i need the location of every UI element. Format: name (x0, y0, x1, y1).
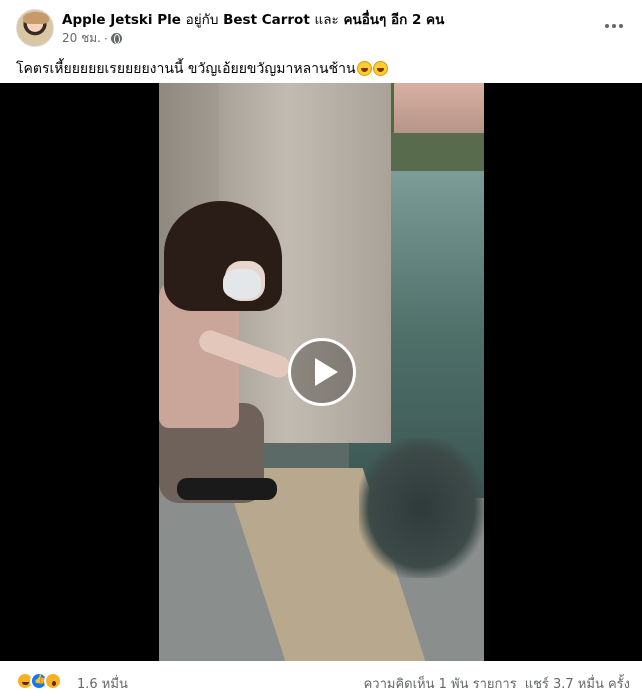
dot (619, 24, 623, 28)
post-stats: ความคิดเห็น 1 พัน รายการ แชร์ 3.7 หมื่น … (364, 673, 630, 694)
globe-icon[interactable] (110, 33, 122, 44)
and-text: และ (314, 12, 339, 28)
more-options-icon[interactable] (600, 14, 628, 38)
girl-hair (164, 201, 282, 311)
video-player[interactable] (0, 83, 642, 661)
reaction-icons[interactable] (16, 672, 62, 690)
author-name-link[interactable]: Apple Jetski Ple (62, 12, 181, 28)
with-text: อยู่กับ (185, 12, 219, 28)
reaction-count[interactable]: 1.6 หมื่น (77, 673, 128, 694)
share-count[interactable]: แชร์ 3.7 หมื่น ครั้ง (525, 673, 630, 694)
caption-text: โคตรเหี้ยยยยยเรยยยยงานนี้ ขวัญเอ้ยยขวัญม… (16, 61, 356, 77)
post-timestamp[interactable]: 20 ชม. (62, 29, 101, 48)
comment-count[interactable]: ความคิดเห็น 1 พัน รายการ (364, 673, 517, 694)
play-icon[interactable] (288, 338, 356, 406)
post-footer: 1.6 หมื่น ความคิดเห็น 1 พัน รายการ แชร์ … (0, 661, 642, 696)
author-avatar[interactable] (16, 9, 54, 47)
dot (605, 24, 609, 28)
tagged-friend-link[interactable]: Best Carrot (223, 12, 310, 28)
wow-reaction-icon (44, 672, 62, 690)
face-mask (223, 269, 261, 299)
post-caption: โคตรเหี้ยยยยยเรยยยยงานนี้ ขวัญเอ้ยยขวัญม… (16, 58, 388, 80)
facebook-post: Apple Jetski Ple อยู่กับ Best Carrot และ… (0, 0, 642, 696)
building (394, 83, 484, 133)
post-author-line: Apple Jetski Ple อยู่กับ Best Carrot และ… (62, 8, 444, 30)
sandals (177, 478, 277, 500)
others-link[interactable]: คนอื่นๆ อีก 2 คน (343, 12, 444, 28)
dot (612, 24, 616, 28)
post-header: Apple Jetski Ple อยู่กับ Best Carrot และ… (0, 0, 642, 52)
meta-separator: · (103, 31, 108, 46)
post-meta: 20 ชม. · (62, 29, 122, 48)
rofl-emoji-icon (356, 61, 372, 76)
rofl-emoji-icon (372, 61, 388, 76)
fish-school (359, 438, 484, 578)
